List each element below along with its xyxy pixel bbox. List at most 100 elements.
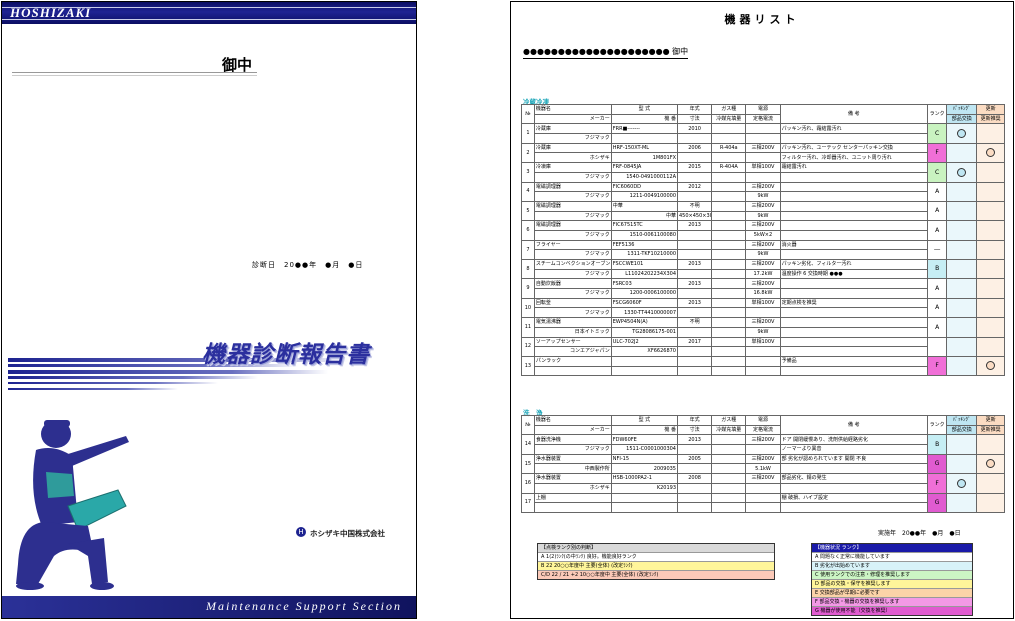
table-cell [927,336,948,357]
table-cell [745,482,781,494]
worker-illustration [16,420,129,590]
table-cell: 1M801FX [610,152,679,164]
table-cell: C [927,123,948,144]
table-cell: A [927,181,948,202]
legend-item: D 部品の交換・保守を推奨します [812,580,972,589]
table-cell [745,307,781,319]
table-cell: 1200-0006100000 [610,288,679,299]
table-row: 5 電磁調理器 中華 不明 三相200V A [521,200,1005,222]
rank-badge: B [932,264,942,274]
list-title: 機器リスト [724,13,800,26]
table-cell: 2017 [676,336,713,348]
table-cell [946,297,978,319]
table-cell: 電磁調理器 [533,181,612,193]
table-cell: ULC-702J2 [610,336,679,348]
table-cell [779,210,929,222]
table-row: 8 スチームコンベクションオーブン FSCCWE101 2013 三相200V パッキン劣… [521,258,1005,280]
table-cell: C [927,162,948,183]
renewal-mark-icon [986,148,996,158]
table-cell [946,355,978,377]
legend-item: B 22 20○○年度中 主要(全体) (改定ﾗﾝｸ) [538,562,774,571]
table-cell: フィルター汚れ、冷却器汚れ、ユニット周り汚れ [779,152,929,164]
table-cell: 17 [521,492,535,513]
table-cell [976,142,1005,164]
legend-item: F 部品交換・機器の交換を推奨します [812,598,972,607]
table-cell: 日本イトミック [533,326,612,338]
table-cell: 1311-TKF10210000 [610,249,679,260]
table-row: 9 自動炊飯器 FSRC03 2013 三相200V A [521,278,1005,299]
table-cell [946,453,978,475]
table-cell [745,444,781,455]
table-cell: フライヤー [533,239,612,251]
table-cell: 機 番 [610,424,679,436]
legend-item: E 交換部品が早期に必要です [812,589,972,598]
table-cell: 棚 破損、ハイブ設定 [779,492,929,504]
table-cell: 回転釜 [533,297,612,309]
rank-badge [932,340,942,350]
table-cell: 食器洗浄機 [533,434,612,446]
table-cell [976,453,1005,475]
table-row: 16 浄水器装置 HSB-1000PA2-1 2008 三相200V 部品劣化、錆の発生 F [521,473,1005,494]
table-cell: パッキン汚れ、ユーテック センターパッキン交換 [779,142,929,154]
table-cell: 2013 [676,220,713,231]
table-cell: 1211-0049100000 [610,191,679,202]
table-cell [745,502,781,513]
table-cell [711,482,747,494]
table-cell [976,200,1005,222]
company-logo-icon: H [296,527,306,537]
table-cell: ﾊﾟｯｷﾝｸﾞ [946,104,978,115]
table-cell: フジマック [533,133,612,144]
table-cell: 冷凍庫 [533,162,612,173]
table-cell: 定格電流 [745,113,781,125]
table-cell: 更新推奨 [976,113,1005,125]
table-row: 14 食器洗浄機 FDW60FE 2013 三相200V ドア 開閉緩慢あり、洗剤供給経路… [521,434,1005,455]
table-cell [779,191,929,202]
table-cell: 三相200V [745,434,781,446]
table-row: 15 浄水器装置 NFI-15 2005 三相200V 部 劣化が認められています 開閉 … [521,453,1005,475]
table-cell [610,133,679,144]
table-cell [676,326,713,338]
table-cell [610,355,679,367]
table-cell [976,492,1005,513]
legend-item: C/D 22 / 21 +2 10○○年度中 主要(全体) (改定ﾗﾝｸ) [538,571,774,579]
speed-line [8,382,218,384]
table-cell [676,171,713,183]
legend-item: A 問題なく正常に機能しています [812,553,972,562]
table-cell [946,258,978,280]
table-cell [711,239,747,251]
table-cell: 温度操作 6 交換時期 ●●● [779,268,929,280]
table-cell: A [927,317,948,338]
table-cell: 8 [521,258,535,280]
table-cell [946,434,978,455]
table-cell: 定期点検を推奨 [779,297,929,309]
table-cell: FRR■------- [610,123,679,135]
table-row: 11 電気湯沸器 EWP4504N(A) 不明 三相200V A [521,317,1005,338]
table-cell [976,336,1005,357]
customer-name: ●●●●●●●●●●●●●●●●●●●●● 御中 [523,46,689,59]
table-cell [676,355,713,367]
table-cell [711,220,747,231]
cover-footer-band: Maintenance Support Section [2,596,416,618]
table-cell [976,355,1005,377]
table-cell: 寸法 [676,113,713,125]
table-cell: 16 [521,473,535,494]
table-cell: ランク [927,414,948,436]
table-cell [779,336,929,348]
table-cell: 不明 [676,317,713,328]
table-cell [676,444,713,455]
table-cell [676,239,713,251]
table-cell: 9 [521,278,535,299]
table-cell: G [927,492,948,513]
table-cell [779,502,929,513]
equipment-table-refrigeration: № 機器名型 式年式 ガス種 電源備 考ランク ﾊﾟｯｷﾝｸﾞ 更新 メーカー機 番寸法 冷媒… [521,103,1005,377]
table-cell [946,336,978,357]
legend-title: 【機器状況 ランク】 [812,544,972,553]
table-cell [745,152,781,164]
table-cell [676,492,713,504]
table-cell: ホシザキ [533,482,612,494]
table-cell: 中西製作所 [533,463,612,475]
rank-badge: A [932,303,942,313]
table-cell: コンエアジャパン [533,346,612,357]
table-cell: 部品交換 [946,424,978,436]
table-cell [779,220,929,231]
